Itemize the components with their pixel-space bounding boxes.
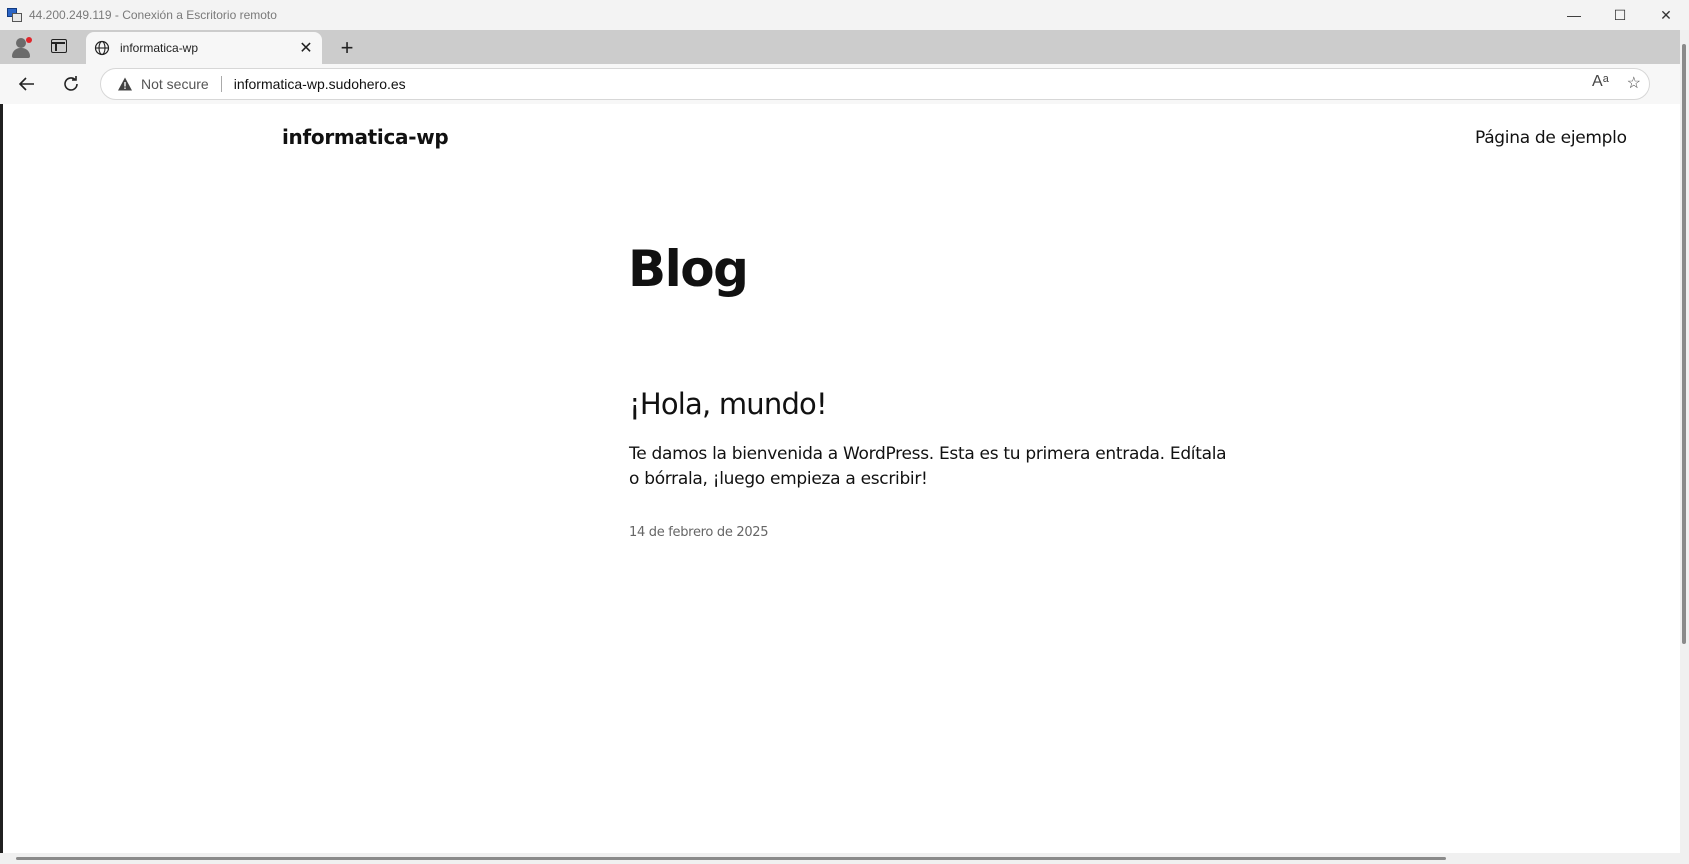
close-tab-icon[interactable]: ✕	[296, 38, 316, 58]
new-tab-button[interactable]: +	[334, 35, 360, 61]
notification-dot	[26, 37, 32, 43]
favorite-star-icon[interactable]: ☆	[1627, 73, 1641, 93]
browser-toolbar: Not secure informatica-wp.sudohero.es Aᵃ…	[0, 64, 1680, 157]
nav-link-pagina-de-ejemplo[interactable]: Página de ejemplo	[1475, 128, 1627, 148]
vertical-scrollbar[interactable]	[1680, 30, 1689, 864]
profile-avatar-icon[interactable]	[9, 35, 33, 59]
horizontal-scrollbar-thumb[interactable]	[16, 857, 1446, 860]
close-window-button[interactable]: ✕	[1643, 0, 1689, 30]
back-button[interactable]	[13, 70, 41, 98]
refresh-icon	[64, 76, 78, 91]
warning-icon[interactable]	[117, 76, 133, 92]
security-label[interactable]: Not secure	[141, 76, 209, 92]
address-divider	[220, 76, 222, 92]
minimize-button[interactable]: —	[1551, 0, 1597, 30]
site-title-link[interactable]: informatica-wp	[282, 125, 449, 149]
horizontal-scrollbar[interactable]	[0, 853, 1680, 864]
post-date[interactable]: 14 de febrero de 2025	[629, 525, 769, 540]
address-actions: Aᵃ ☆	[1592, 73, 1641, 93]
post-title-link[interactable]: ¡Hola, mundo!	[629, 387, 828, 421]
url-text[interactable]: informatica-wp.sudohero.es	[234, 76, 406, 92]
address-bar[interactable]: Not secure informatica-wp.sudohero.es Aᵃ…	[100, 68, 1650, 100]
window-controls: — ☐ ✕	[1551, 0, 1689, 30]
tab-actions-icon[interactable]	[51, 39, 67, 53]
remote-desktop-icon	[7, 7, 23, 23]
page-heading: Blog	[628, 240, 749, 298]
tab-title: informatica-wp	[120, 41, 199, 55]
browser-tab-strip: informatica-wp ✕ +	[0, 30, 1680, 64]
maximize-button[interactable]: ☐	[1597, 0, 1643, 30]
web-page: informatica-wp Página de ejemplo Blog ¡H…	[3, 104, 1680, 853]
back-arrow-icon	[18, 77, 34, 91]
globe-icon	[94, 40, 110, 56]
vertical-scrollbar-thumb[interactable]	[1682, 44, 1686, 644]
rdp-title-bar: 44.200.249.119 - Conexión a Escritorio r…	[0, 0, 1689, 30]
read-aloud-icon[interactable]: Aᵃ	[1592, 73, 1609, 93]
tab-informatica-wp[interactable]: informatica-wp ✕	[86, 32, 322, 64]
window-title: 44.200.249.119 - Conexión a Escritorio r…	[29, 8, 277, 22]
refresh-button[interactable]	[57, 70, 85, 98]
post-excerpt: Te damos la bienvenida a WordPress. Esta…	[629, 444, 1227, 489]
